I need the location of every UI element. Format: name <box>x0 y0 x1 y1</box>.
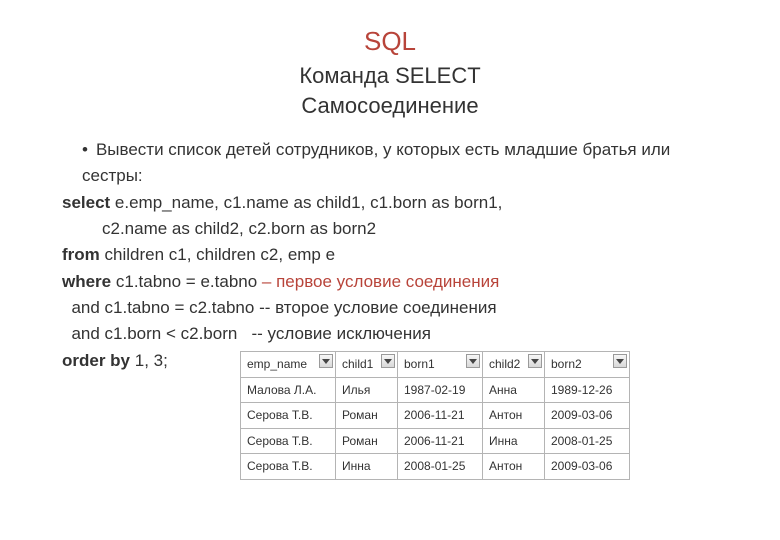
cell: Малова Л.А. <box>241 377 336 403</box>
col-born1[interactable]: born1 <box>398 352 483 378</box>
select-cols: e.emp_name, c1.name as child1, c1.born a… <box>110 193 502 212</box>
cell: Инна <box>336 454 398 480</box>
cell: Роман <box>336 428 398 454</box>
select-cols2: c2.name as child2, c2.born as born2 <box>102 219 376 238</box>
sql-line-and1: and c1.tabno = c2.tabno -- второе услови… <box>60 295 720 321</box>
col-label: child2 <box>489 357 520 371</box>
cell: Роман <box>336 403 398 429</box>
title: SQL <box>0 26 780 57</box>
cell: Серова Т.В. <box>241 428 336 454</box>
cell: Илья <box>336 377 398 403</box>
task-label: Вывести список детей сотрудников, у кото… <box>82 140 670 185</box>
col-emp-name[interactable]: emp_name <box>241 352 336 378</box>
result-table: emp_name child1 born1 child2 born2 Малов… <box>240 351 630 480</box>
comment-1: – первое условие соединения <box>262 272 499 291</box>
and1-body: and c1.tabno = c2.tabno <box>62 298 259 317</box>
table-row: Серова Т.В. Роман 2006-11-21 Антон 2009-… <box>241 403 630 429</box>
cell: 2009-03-06 <box>545 403 630 429</box>
subtitle-1: Команда SELECT <box>0 63 780 89</box>
cell: 2009-03-06 <box>545 454 630 480</box>
cell: Анна <box>483 377 545 403</box>
sql-line-select-cont: c2.name as child2, c2.born as born2 <box>60 216 720 242</box>
col-born2[interactable]: born2 <box>545 352 630 378</box>
cell: 1987-02-19 <box>398 377 483 403</box>
col-child1[interactable]: child1 <box>336 352 398 378</box>
cell: 2006-11-21 <box>398 403 483 429</box>
comment-2: -- второе условие соединения <box>259 298 497 317</box>
order-body: 1, 3; <box>130 351 168 370</box>
kw-from: from <box>62 245 100 264</box>
slide-body: •Вывести список детей сотрудников, у кот… <box>0 137 780 480</box>
cell: Серова Т.В. <box>241 403 336 429</box>
dropdown-icon[interactable] <box>381 354 395 368</box>
table-row: Малова Л.А. Илья 1987-02-19 Анна 1989-12… <box>241 377 630 403</box>
sql-line-from: from children c1, children c2, emp e <box>60 242 720 268</box>
cell: 2008-01-25 <box>398 454 483 480</box>
table-body: Малова Л.А. Илья 1987-02-19 Анна 1989-12… <box>241 377 630 479</box>
table-header-row: emp_name child1 born1 child2 born2 <box>241 352 630 378</box>
cell: 2008-01-25 <box>545 428 630 454</box>
dropdown-icon[interactable] <box>319 354 333 368</box>
sql-line-select: select e.emp_name, c1.name as child1, c1… <box>60 190 720 216</box>
kw-order: order by <box>62 351 130 370</box>
cell: Инна <box>483 428 545 454</box>
where-body: c1.tabno = e.tabno <box>111 272 262 291</box>
col-label: born2 <box>551 357 582 371</box>
slide-header: SQL Команда SELECT Самосоединение <box>0 0 780 137</box>
cell: Серова Т.В. <box>241 454 336 480</box>
bullet-icon: • <box>82 140 96 159</box>
col-child2[interactable]: child2 <box>483 352 545 378</box>
sql-line-and2: and c1.born < c2.born -- условие исключе… <box>60 321 720 347</box>
dropdown-icon[interactable] <box>613 354 627 368</box>
dropdown-icon[interactable] <box>528 354 542 368</box>
kw-where: where <box>62 272 111 291</box>
table-row: Серова Т.В. Инна 2008-01-25 Антон 2009-0… <box>241 454 630 480</box>
kw-select: select <box>62 193 110 212</box>
and2-body: and c1.born < c2.born <box>62 324 251 343</box>
table-row: Серова Т.В. Роман 2006-11-21 Инна 2008-0… <box>241 428 630 454</box>
cell: 2006-11-21 <box>398 428 483 454</box>
col-label: born1 <box>404 357 435 371</box>
cell: Антон <box>483 454 545 480</box>
cell: Антон <box>483 403 545 429</box>
cell: 1989-12-26 <box>545 377 630 403</box>
col-label: child1 <box>342 357 373 371</box>
subtitle-2: Самосоединение <box>0 93 780 119</box>
from-body: children c1, children c2, emp e <box>100 245 335 264</box>
task-text: •Вывести список детей сотрудников, у кот… <box>60 137 720 190</box>
dropdown-icon[interactable] <box>466 354 480 368</box>
col-label: emp_name <box>247 357 307 371</box>
comment-3: -- условие исключения <box>251 324 430 343</box>
sql-line-where: where c1.tabno = e.tabno – первое услови… <box>60 269 720 295</box>
